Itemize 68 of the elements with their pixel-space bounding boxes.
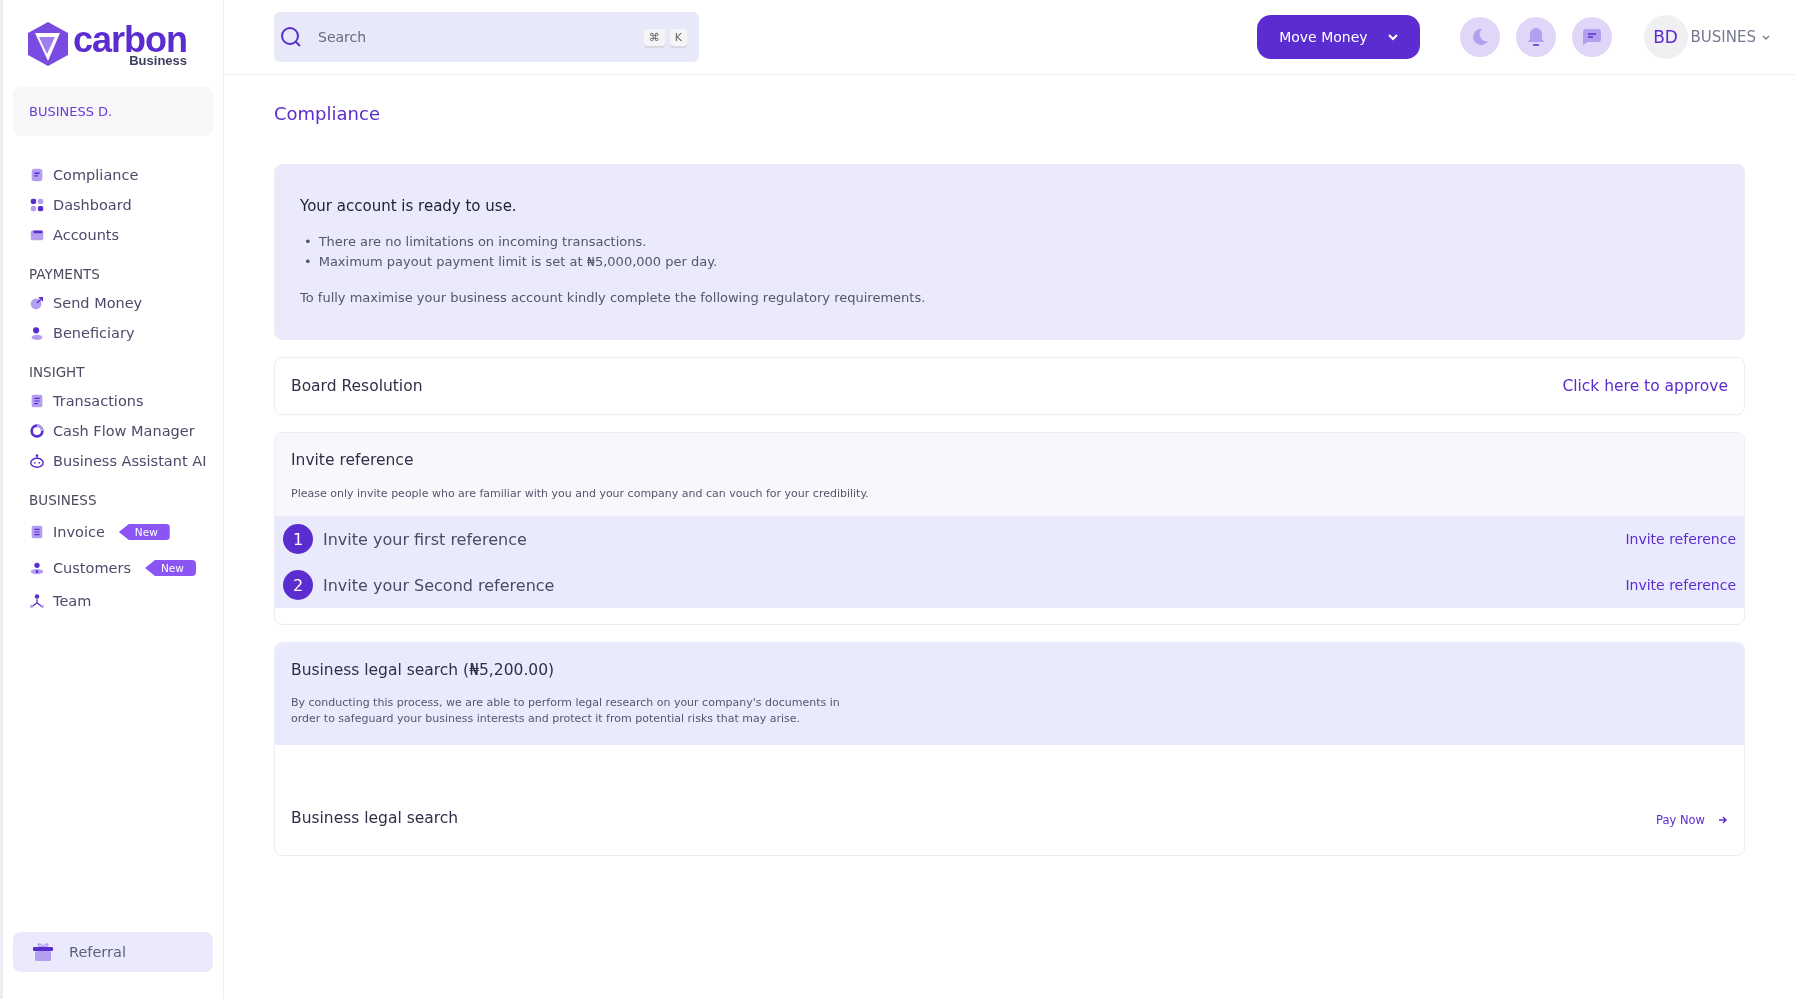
- card-title: Your account is ready to use.: [300, 197, 518, 215]
- search-bar[interactable]: Search ⌘ K: [274, 12, 699, 62]
- bell-icon: [1526, 27, 1545, 47]
- nav-icon: [29, 167, 45, 183]
- caret-icon: [1762, 34, 1770, 40]
- card-title: Business legal search (₦5,200.00): [291, 661, 556, 679]
- pay-now-link[interactable]: Pay Now: [1656, 813, 1728, 827]
- nav-icon: [29, 423, 45, 439]
- sidebar-item[interactable]: Accounts: [29, 220, 213, 250]
- step-label: Invite your first reference: [323, 529, 528, 549]
- item-label: Business legal search: [291, 809, 459, 827]
- card-title: Invite reference: [291, 451, 415, 469]
- new-badge: New: [145, 560, 196, 576]
- sidebar-item[interactable]: Send Money: [29, 288, 213, 318]
- step-number: 2: [283, 570, 313, 600]
- section-heading: BUSINESS: [29, 492, 98, 508]
- shortcut-key: K: [669, 28, 687, 46]
- invite-reference-link[interactable]: Invite reference: [1625, 577, 1736, 593]
- arrow-right-icon: [1719, 816, 1728, 824]
- bullet-marker: •: [304, 233, 312, 251]
- invite-reference-link[interactable]: Invite reference: [1625, 531, 1736, 547]
- shortcut-key: ⌘: [643, 28, 665, 46]
- bullet-text: Maximum payout payment limit is set at ₦5,000,000 per day.: [318, 253, 718, 271]
- new-badge: New: [118, 524, 170, 540]
- section-heading: PAYMENTS: [29, 266, 101, 282]
- card-title: Board Resolution: [291, 377, 423, 395]
- search-field[interactable]: Search: [316, 28, 639, 46]
- nav-icon: [29, 453, 45, 469]
- bullet-text: There are no limitations on incoming transactions.: [318, 233, 647, 251]
- step-label: Invite your Second reference: [323, 575, 556, 595]
- messages-button[interactable]: [1571, 17, 1612, 57]
- card-description: Please only invite people who are familiar with you and your company and can vouch for your credibility.: [291, 487, 870, 500]
- sidebar-item[interactable]: Invoice New: [29, 514, 213, 550]
- sidebar-item[interactable]: Beneficiary: [29, 318, 213, 348]
- user-avatar[interactable]: BD: [1643, 15, 1688, 59]
- sidebar-item[interactable]: Business Assistant AI: [29, 446, 213, 476]
- step-number: 1: [283, 524, 313, 554]
- page-title: Compliance: [274, 103, 381, 124]
- nav-icon: [29, 325, 45, 341]
- approve-link[interactable]: Click here to approve: [1562, 377, 1728, 395]
- dark-mode-button[interactable]: [1459, 17, 1500, 57]
- nav-icon: [29, 524, 45, 540]
- sidebar-item[interactable]: Cash Flow Manager: [29, 416, 213, 446]
- sidebar-item[interactable]: Dashboard: [29, 190, 213, 220]
- account-name: BUSINESS D.: [13, 87, 213, 136]
- chevron-down-icon: [1387, 33, 1398, 41]
- section-heading: INSIGHT: [29, 364, 86, 380]
- chat-bubble-icon: [1581, 28, 1602, 46]
- card-description: By conducting this process, we are able to perform legal research on your company's documents in order to safeguard your business interests and protect it from potential risks that may arise.: [291, 695, 841, 727]
- logo-icon: [27, 21, 69, 67]
- sidebar-item[interactable]: Transactions: [29, 386, 213, 416]
- sidebar-item[interactable]: Team: [29, 586, 213, 616]
- user-name[interactable]: BUSINES: [1690, 28, 1756, 46]
- nav-icon: [29, 593, 45, 609]
- search-icon: [280, 26, 302, 48]
- move-money-button[interactable]: Move Money: [1257, 15, 1420, 59]
- brand-subtitle: Business: [129, 53, 188, 67]
- nav-icon: [29, 393, 45, 409]
- sidebar-item[interactable]: Compliance: [29, 160, 213, 190]
- notifications-button[interactable]: [1515, 17, 1556, 57]
- nav-icon: [29, 560, 45, 576]
- gift-icon: [33, 943, 53, 961]
- bullet-marker: •: [304, 253, 312, 271]
- nav-icon: [29, 295, 45, 311]
- sidebar-item[interactable]: Customers New: [29, 550, 213, 586]
- referral-button[interactable]: Referral: [13, 932, 213, 972]
- nav-icon: [29, 197, 45, 213]
- card-note: To fully maximise your business account kindly complete the following regulatory requirements.: [300, 290, 927, 305]
